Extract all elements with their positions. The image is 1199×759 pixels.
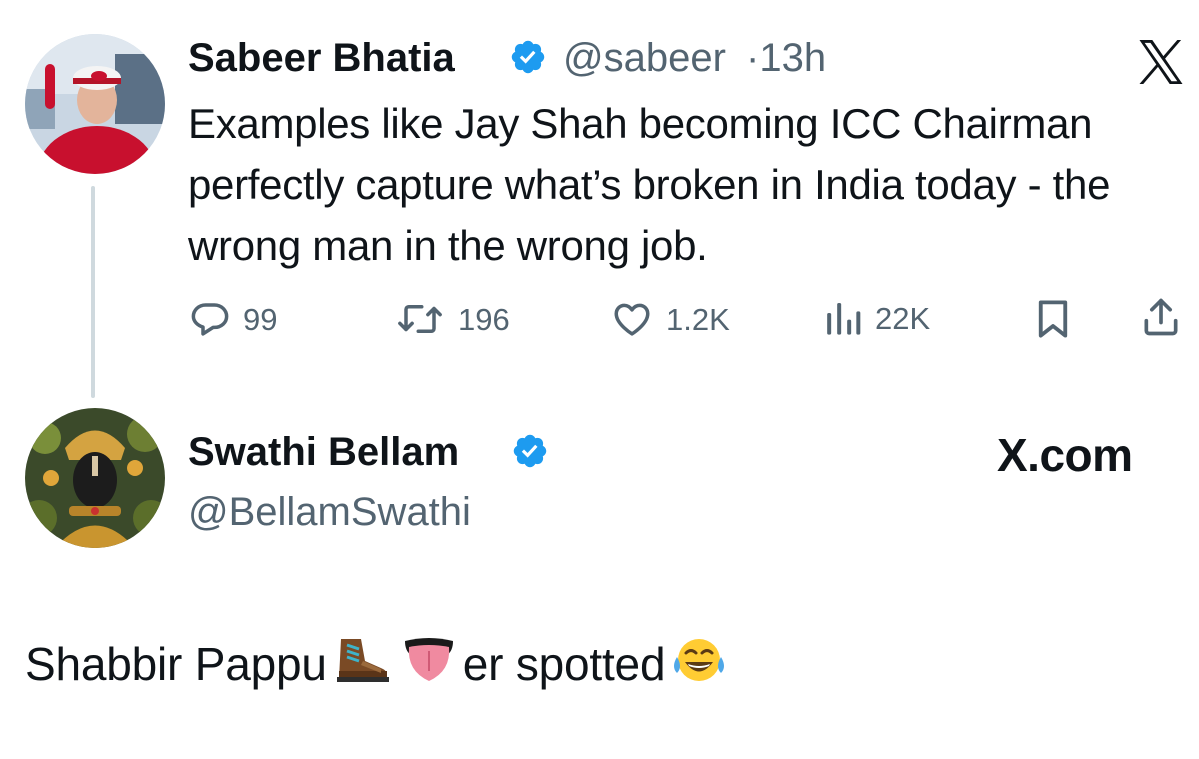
bookmark-button[interactable]: [1034, 298, 1084, 340]
views-button[interactable]: 22K: [823, 298, 930, 338]
bookmark-icon: [1038, 300, 1068, 338]
x-logo-icon: [1139, 40, 1183, 84]
quoted-author-name[interactable]: Swathi Bellam: [188, 432, 459, 472]
reply-button[interactable]: 99: [189, 298, 277, 340]
tweet-body-text: Examples like Jay Shah becoming ICC Chai…: [188, 100, 1111, 269]
share-icon: [1144, 298, 1178, 336]
reply-icon: [191, 303, 229, 336]
quoted-author-handle[interactable]: @BellamSwathi: [188, 492, 471, 532]
avatar-swathi-bellam[interactable]: [25, 408, 165, 548]
retweet-icon: [398, 305, 442, 333]
caption-text: Shabbir Pappu er spotted: [25, 635, 733, 692]
heart-icon: [614, 303, 650, 336]
like-button[interactable]: 1.2K: [610, 298, 730, 340]
caption-part-2: er spotted: [462, 637, 666, 690]
reply-count: 99: [243, 301, 278, 337]
tweet-timestamp[interactable]: ·13h: [746, 38, 826, 78]
like-count: 1.2K: [666, 301, 730, 337]
verified-badge-icon: [513, 434, 547, 468]
verified-badge-icon: [511, 40, 545, 74]
views-count: 22K: [875, 300, 931, 336]
thread-connector-line: [91, 186, 95, 398]
views-icon: [827, 303, 861, 335]
tongue-emoji: [401, 635, 457, 692]
caption-part-1: Shabbir Pappu: [25, 637, 327, 690]
hiking-boot-emoji: [333, 635, 389, 692]
avatar-sabeer-bhatia[interactable]: [25, 34, 165, 174]
tears-of-joy-emoji: [671, 635, 727, 692]
author-name[interactable]: Sabeer Bhatia: [188, 38, 455, 78]
retweet-button[interactable]: 196: [394, 298, 510, 340]
time-label: 13h: [759, 36, 827, 80]
share-button[interactable]: [1138, 295, 1196, 339]
separator-dot: ·: [746, 36, 760, 80]
author-handle[interactable]: @sabeer: [563, 38, 726, 78]
x-com-brand: X.com: [997, 429, 1133, 481]
retweet-count: 196: [458, 301, 510, 337]
